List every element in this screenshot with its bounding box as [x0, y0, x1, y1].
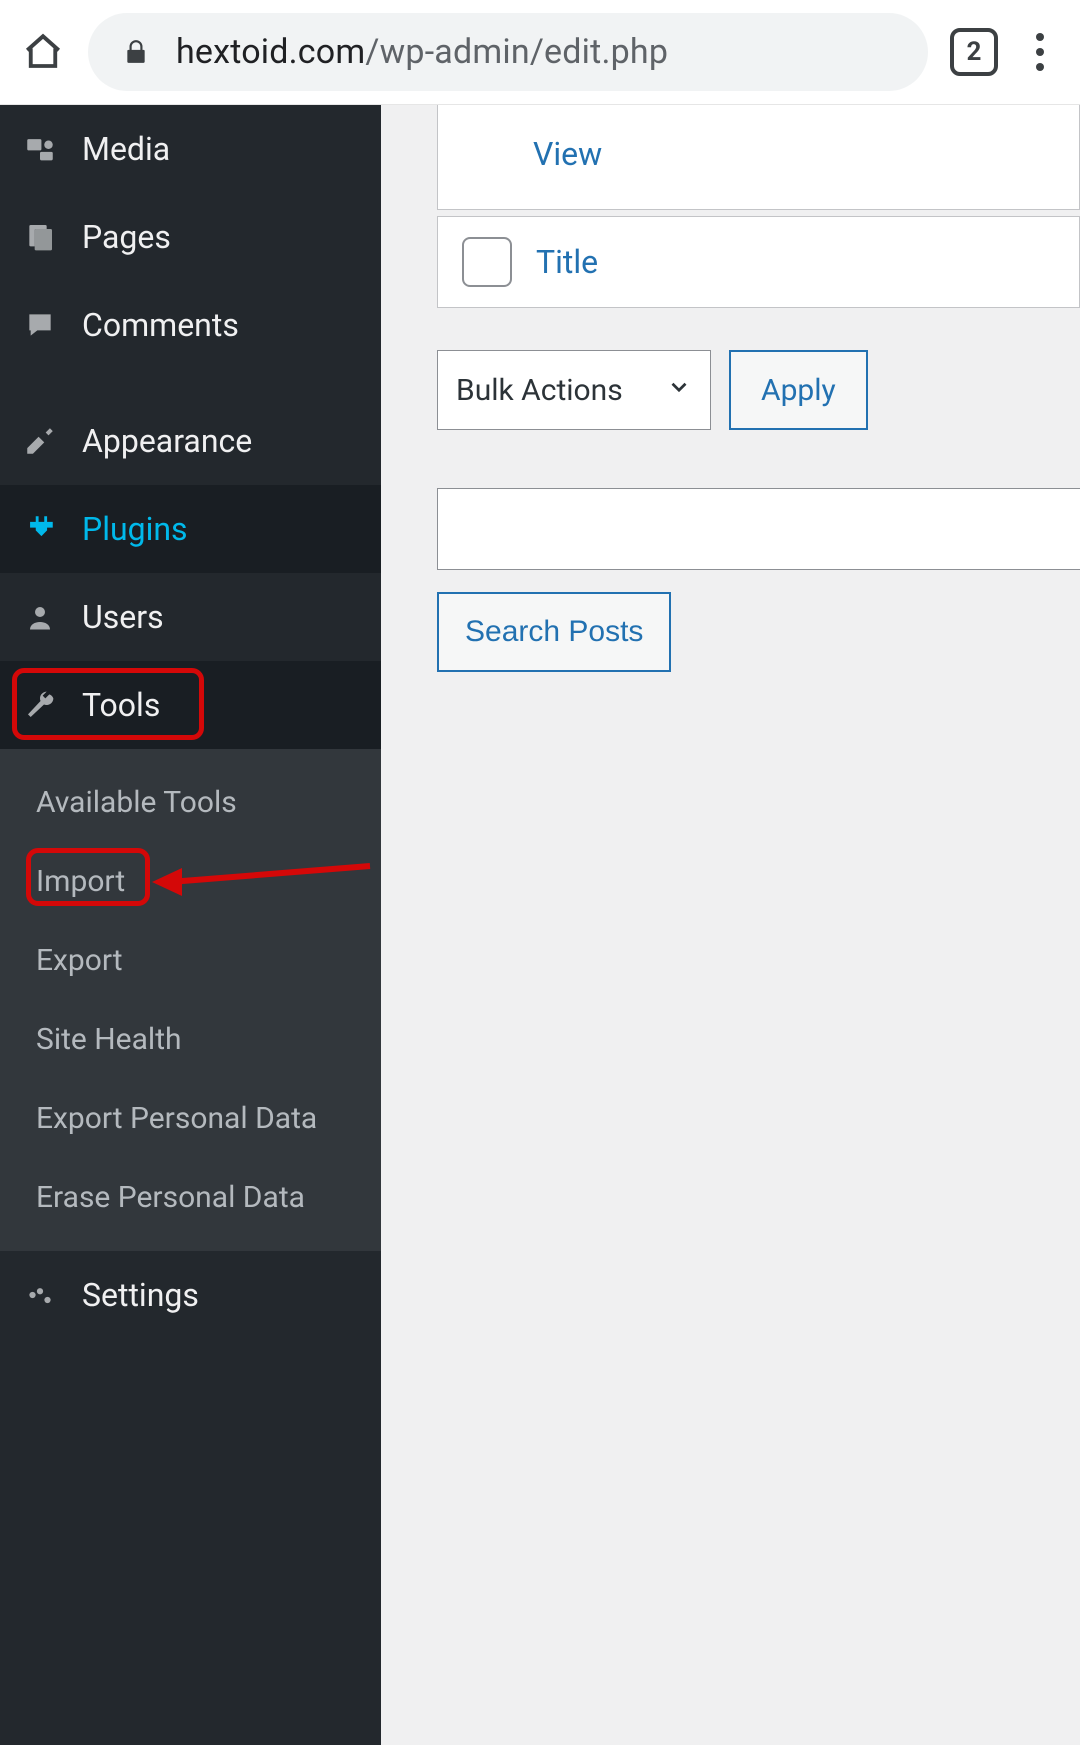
sidebar-item-label: Settings	[82, 1276, 199, 1314]
appearance-icon	[22, 423, 58, 459]
submenu-export[interactable]: Export	[0, 921, 381, 1000]
bulk-actions-label: Bulk Actions	[456, 373, 623, 408]
sidebar-item-settings[interactable]: Settings	[0, 1251, 381, 1339]
tools-icon	[22, 687, 58, 723]
settings-icon	[22, 1277, 58, 1313]
media-icon	[22, 131, 58, 167]
url-text: hextoid.com/wp-admin/edit.php	[176, 32, 668, 72]
url-domain: hextoid.com	[176, 32, 365, 72]
more-vertical-icon	[1035, 32, 1045, 72]
home-icon	[22, 31, 64, 73]
sidebar-item-label: Media	[82, 130, 170, 168]
submenu-item-label: Site Health	[36, 1022, 182, 1057]
apply-button[interactable]: Apply	[729, 350, 868, 430]
bulk-actions-row: Bulk Actions Apply	[437, 350, 1080, 430]
sidebar-item-label: Plugins	[82, 510, 188, 548]
pages-icon	[22, 219, 58, 255]
sidebar-item-media[interactable]: Media	[0, 105, 381, 193]
tabs-count: 2	[967, 37, 982, 67]
sidebar-item-appearance[interactable]: Appearance	[0, 397, 381, 485]
search-posts-button-label: Search Posts	[465, 615, 643, 648]
submenu-import[interactable]: Import	[0, 842, 381, 921]
bulk-actions-select[interactable]: Bulk Actions	[437, 350, 711, 430]
url-bar[interactable]: hextoid.com/wp-admin/edit.php	[88, 13, 928, 91]
tools-submenu: Available Tools Import Export Site Healt…	[0, 749, 381, 1251]
sidebar-item-users[interactable]: Users	[0, 573, 381, 661]
content-area: Edit Quick Edit View Title Bulk Actions …	[381, 105, 1080, 1745]
comments-icon	[22, 307, 58, 343]
sidebar-item-plugins[interactable]: Plugins	[0, 485, 381, 573]
apply-button-label: Apply	[761, 373, 836, 408]
submenu-item-label: Export Personal Data	[36, 1101, 317, 1136]
submenu-item-label: Available Tools	[36, 785, 237, 820]
submenu-site-health[interactable]: Site Health	[0, 1000, 381, 1079]
sidebar-item-label: Pages	[82, 218, 171, 256]
sidebar-item-label: Appearance	[82, 422, 252, 460]
tabs-button[interactable]: 2	[950, 28, 998, 76]
app-body: Media Pages Comments Appearance Pl	[0, 105, 1080, 1745]
submenu-erase-personal-data[interactable]: Erase Personal Data	[0, 1158, 381, 1237]
posts-table-header: Title	[437, 216, 1080, 308]
submenu-item-label: Erase Personal Data	[36, 1180, 305, 1215]
submenu-item-label: Export	[36, 943, 123, 978]
sidebar-item-label: Users	[82, 598, 164, 636]
row-action-view[interactable]: View	[438, 109, 1079, 191]
sidebar-item-comments[interactable]: Comments	[0, 281, 381, 369]
browser-bar: hextoid.com/wp-admin/edit.php 2	[0, 0, 1080, 105]
sidebar-separator	[0, 369, 381, 397]
sidebar-item-label: Tools	[82, 686, 160, 724]
submenu-export-personal-data[interactable]: Export Personal Data	[0, 1079, 381, 1158]
admin-sidebar: Media Pages Comments Appearance Pl	[0, 105, 381, 1745]
select-all-checkbox[interactable]	[462, 237, 512, 287]
red-arrow-icon	[152, 856, 372, 900]
post-row-actions: Edit Quick Edit View	[437, 105, 1080, 210]
sidebar-item-pages[interactable]: Pages	[0, 193, 381, 281]
chevron-down-icon	[666, 373, 692, 408]
column-header-title[interactable]: Title	[536, 243, 598, 281]
sidebar-item-tools[interactable]: Tools	[0, 661, 381, 749]
lock-icon	[122, 38, 150, 66]
search-posts-input[interactable]	[437, 488, 1080, 570]
submenu-available-tools[interactable]: Available Tools	[0, 763, 381, 842]
home-button[interactable]	[20, 29, 66, 75]
more-menu-button[interactable]	[1020, 28, 1060, 76]
submenu-item-label: Import	[36, 864, 125, 899]
sidebar-item-label: Comments	[82, 306, 239, 344]
plugins-icon	[22, 511, 58, 547]
users-icon	[22, 599, 58, 635]
url-path: /wp-admin/edit.php	[365, 32, 668, 72]
search-posts-button[interactable]: Search Posts	[437, 592, 671, 672]
